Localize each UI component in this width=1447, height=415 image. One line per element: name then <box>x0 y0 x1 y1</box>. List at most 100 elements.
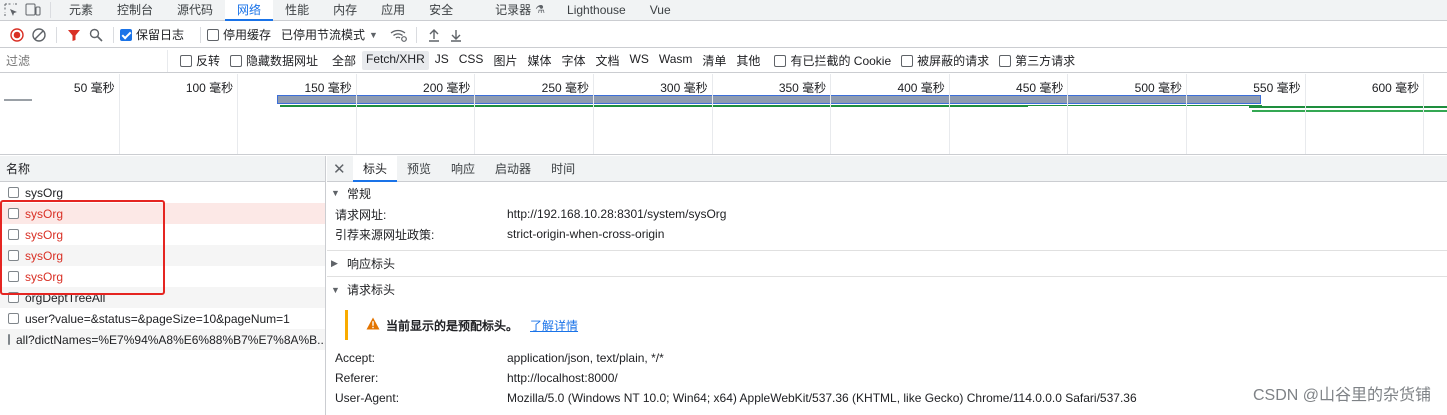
detail-tab-0[interactable]: 标头 <box>353 156 398 182</box>
close-icon[interactable]: ✕ <box>333 160 353 178</box>
type-filter-4[interactable]: 图片 <box>489 51 521 70</box>
tab-4[interactable]: 性能 <box>273 0 321 21</box>
device-toolbar-icon[interactable] <box>22 0 44 20</box>
timeline-tick-label: 150 毫秒 <box>304 81 352 95</box>
triangle-down-icon: ▼ <box>331 284 340 295</box>
search-icon[interactable] <box>85 24 107 46</box>
row-checkbox[interactable] <box>8 229 19 240</box>
type-filter-1[interactable]: Fetch/XHR <box>362 51 429 70</box>
type-filter-2[interactable]: JS <box>431 51 453 70</box>
throttle-select[interactable]: 已停用节流模式 ▼ <box>281 26 378 43</box>
row-checkbox[interactable] <box>8 250 19 261</box>
filter-icon[interactable] <box>63 24 85 46</box>
checkbox-unchecked[interactable] <box>207 28 220 41</box>
disable-cache-checkbox[interactable]: 停用缓存 <box>207 26 271 43</box>
tab-3[interactable]: 网络 <box>225 0 274 21</box>
import-har-icon[interactable] <box>423 24 445 46</box>
row-checkbox[interactable] <box>8 313 19 324</box>
request-name: sysOrg <box>25 185 64 200</box>
type-filter-10[interactable]: 清单 <box>698 51 730 70</box>
triangle-down-icon: ▼ <box>331 188 340 198</box>
tab-9[interactable]: Lighthouse <box>555 0 638 21</box>
blocked-requests-checkbox[interactable]: 被屏蔽的请求 <box>901 52 989 69</box>
type-filter-9[interactable]: Wasm <box>655 51 697 70</box>
type-filter-11[interactable]: 其他 <box>732 51 764 70</box>
invert-checkbox[interactable]: 反转 <box>180 52 220 69</box>
name-column-header[interactable]: 名称 <box>0 156 325 182</box>
export-har-icon[interactable] <box>445 24 467 46</box>
row-checkbox[interactable] <box>8 271 19 282</box>
tab-6[interactable]: 应用 <box>369 0 417 21</box>
network-conditions-icon[interactable] <box>388 24 410 46</box>
row-checkbox[interactable] <box>8 187 19 198</box>
tab-1[interactable]: 控制台 <box>105 0 165 21</box>
preserve-log-label: 保留日志 <box>136 28 185 42</box>
request-name: orgDeptTreeAll <box>25 290 106 305</box>
row-checkbox[interactable] <box>8 334 10 345</box>
resource-type-filters: 全部 Fetch/XHR JS CSS 图片 媒体 字体 文档 WS Wasm 清单 其他 <box>328 51 766 70</box>
preserve-log-checkbox[interactable]: 保留日志 <box>120 26 184 43</box>
row-checkbox[interactable] <box>8 208 19 219</box>
timeline-tick-label: 350 毫秒 <box>778 81 827 95</box>
request-row[interactable]: sysOrg <box>0 203 325 224</box>
type-filter-6[interactable]: 字体 <box>557 51 589 70</box>
detail-tab-4[interactable]: 时间 <box>541 156 585 182</box>
response-headers-section-header[interactable]: ▶ 响应标头 <box>327 250 1447 276</box>
third-party-checkbox[interactable]: 第三方请求 <box>999 52 1075 69</box>
third-party-label: 第三方请求 <box>1015 54 1076 68</box>
request-row[interactable]: sysOrg <box>0 224 325 245</box>
row-checkbox[interactable] <box>8 292 19 303</box>
devtools-tabbar: 元素 控制台 源代码 网络 性能 内存 应用 安全 记录器 ⚗ Lighthouse Vue <box>0 0 1447 21</box>
chevron-down-icon: ▼ <box>369 29 378 40</box>
request-headers-section-header[interactable]: ▼ 请求标头 <box>327 276 1447 302</box>
blocked-cookies-checkbox[interactable]: 有已拦截的 Cookie <box>774 52 891 69</box>
checkbox-checked[interactable] <box>120 28 132 41</box>
detail-tab-1[interactable]: 预览 <box>397 156 441 182</box>
checkbox-unchecked[interactable] <box>230 54 243 67</box>
checkbox-unchecked[interactable] <box>774 54 787 67</box>
record-icon[interactable] <box>6 24 28 46</box>
detail-tab-3[interactable]: 启动器 <box>485 156 541 182</box>
separator <box>50 2 51 18</box>
hide-data-urls-checkbox[interactable]: 隐藏数据网址 <box>230 52 318 69</box>
learn-more-link[interactable]: 了解详情 <box>530 317 578 334</box>
checkbox-unchecked[interactable] <box>180 54 192 67</box>
request-row[interactable]: all?dictNames=%E7%94%A8%E6%88%B7%E7%8A%B… <box>0 329 325 350</box>
request-row[interactable]: sysOrg <box>0 245 325 266</box>
type-filter-0[interactable]: 全部 <box>328 51 360 70</box>
timeline-gridline <box>1067 74 1069 154</box>
type-filter-3[interactable]: CSS <box>455 51 488 70</box>
detail-tabbar: ✕ 标头 预览 响应 启动器 时间 <box>327 156 1447 182</box>
inspect-element-icon[interactable] <box>0 0 22 20</box>
tab-7[interactable]: 安全 <box>417 0 465 21</box>
hide-data-urls-label: 隐藏数据网址 <box>246 54 319 68</box>
tab-10[interactable]: Vue <box>638 0 683 21</box>
timeline-gridline <box>1423 74 1425 154</box>
request-row[interactable]: sysOrg <box>0 266 325 287</box>
checkbox-unchecked[interactable] <box>901 54 914 67</box>
request-row[interactable]: user?value=&status=&pageSize=10&pageNum=… <box>0 308 325 329</box>
timeline-overview[interactable]: 50 毫秒 100 毫秒 150 毫秒 200 毫秒 250 毫秒 300 毫秒 350 毫… <box>0 74 1447 155</box>
request-row[interactable]: sysOrg <box>0 182 325 203</box>
disable-cache-label: 停用缓存 <box>223 28 272 42</box>
checkbox-unchecked[interactable] <box>999 54 1012 67</box>
detail-tab-2[interactable]: 响应 <box>441 156 485 182</box>
request-name: all?dictNames=%E7%94%A8%E6%88%B7%E7%8A%B… <box>16 332 325 347</box>
filter-input[interactable] <box>0 49 168 72</box>
tab-5[interactable]: 内存 <box>321 0 369 21</box>
timeline-tick-label: 250 毫秒 <box>541 81 589 95</box>
type-filter-5[interactable]: 媒体 <box>523 51 555 70</box>
tab-8[interactable]: 记录器 <box>483 0 543 21</box>
tab-2[interactable]: 源代码 <box>165 0 225 21</box>
request-row[interactable]: orgDeptTreeAll <box>0 287 325 308</box>
type-filter-8[interactable]: WS <box>626 51 653 70</box>
type-filter-7[interactable]: 文档 <box>591 51 623 70</box>
referrer-policy-value: strict-origin-when-cross-origin <box>507 227 665 241</box>
general-section-header[interactable]: ▼ 常规 <box>327 182 1447 204</box>
tab-0[interactable]: 元素 <box>57 0 105 21</box>
filter-bar: 反转 隐藏数据网址 全部Fetch/XHRJSCSS图片媒体字体文档WSWasm… <box>0 49 1447 73</box>
user-agent-label: User-Agent: <box>335 391 400 405</box>
timeline-tick-label: 400 毫秒 <box>897 81 945 95</box>
timeline-gridline <box>830 74 832 154</box>
clear-icon[interactable] <box>28 24 50 46</box>
